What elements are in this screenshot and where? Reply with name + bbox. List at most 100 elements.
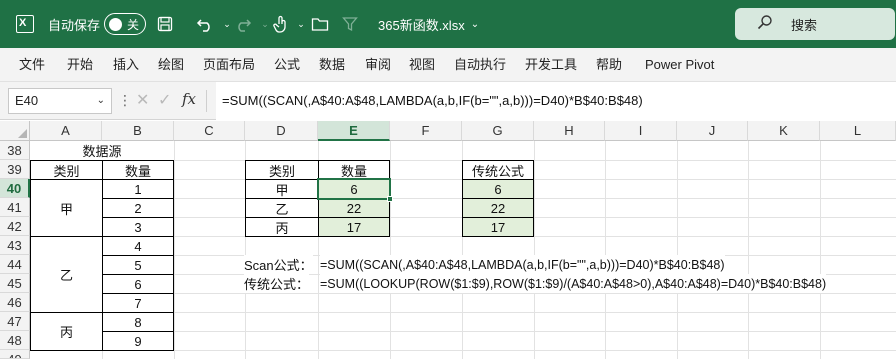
result-category-cell[interactable]: 乙: [245, 198, 319, 218]
note-scan-formula[interactable]: =SUM((SCAN(,A$40:A$48,LAMBDA(a,b,IF(b=""…: [320, 255, 725, 274]
source-qty-cell[interactable]: 6: [102, 274, 174, 294]
tab-file[interactable]: 文件: [19, 48, 45, 82]
column-header-h[interactable]: H: [534, 121, 605, 141]
source-category-cell[interactable]: 丙: [30, 312, 103, 351]
note-trad-label[interactable]: 传统公式：: [244, 274, 310, 293]
cancel-icon[interactable]: ✕: [136, 90, 149, 110]
row-header-47[interactable]: 47: [0, 312, 30, 331]
search-icon: [757, 14, 773, 34]
tab-automate[interactable]: 自动执行: [454, 48, 506, 82]
note-trad-formula[interactable]: =SUM((LOOKUP(ROW($1:$9),ROW($1:$9)/(A$40…: [320, 274, 827, 293]
spreadsheet-grid[interactable]: A B C D E F G H I J K L 38 39 40 41 42 4…: [0, 121, 896, 359]
autosave-state: 关: [127, 17, 140, 32]
source-category-cell[interactable]: 乙: [30, 236, 103, 313]
source-qty-cell[interactable]: 2: [102, 198, 174, 218]
result-value-cell[interactable]: 17: [318, 217, 390, 237]
gridline: [677, 141, 678, 359]
fx-icon[interactable]: fx: [182, 90, 196, 108]
formula-input[interactable]: =SUM((SCAN(,A$40:A$48,LAMBDA(a,b,IF(b=""…: [216, 82, 896, 120]
traditional-header[interactable]: 传统公式: [462, 160, 534, 180]
tab-power-pivot[interactable]: Power Pivot: [645, 48, 714, 82]
redo-icon[interactable]: [232, 0, 254, 48]
result-header-qty[interactable]: 数量: [318, 160, 390, 180]
source-qty-cell[interactable]: 3: [102, 217, 174, 237]
tab-review[interactable]: 审阅: [365, 48, 391, 82]
source-category-cell[interactable]: 甲: [30, 179, 103, 237]
undo-icon[interactable]: [194, 0, 216, 48]
chevron-down-icon[interactable]: ⌄: [97, 89, 105, 113]
column-header-c[interactable]: C: [174, 121, 245, 141]
source-qty-cell[interactable]: 8: [102, 312, 174, 332]
traditional-value-cell[interactable]: 22: [462, 198, 534, 218]
file-name-text: 365新函数.xlsx: [378, 17, 465, 33]
column-header-g[interactable]: G: [462, 121, 534, 141]
column-header-a[interactable]: A: [30, 121, 102, 141]
tab-data[interactable]: 数据: [319, 48, 345, 82]
result-category-cell[interactable]: 丙: [245, 217, 319, 237]
save-icon[interactable]: [154, 0, 176, 48]
excel-logo-icon: X: [12, 0, 38, 48]
touch-mode-icon[interactable]: [270, 0, 292, 48]
select-all-button[interactable]: [0, 121, 30, 141]
column-header-i[interactable]: I: [605, 121, 677, 141]
row-header-40[interactable]: 40: [0, 179, 30, 198]
tab-draw[interactable]: 绘图: [158, 48, 184, 82]
source-qty-cell[interactable]: 7: [102, 293, 174, 313]
row-header-44[interactable]: 44: [0, 255, 30, 274]
source-header-qty[interactable]: 数量: [102, 160, 174, 180]
tab-developer[interactable]: 开发工具: [525, 48, 577, 82]
result-header-category[interactable]: 类别: [245, 160, 319, 180]
row-header-43[interactable]: 43: [0, 236, 30, 255]
file-name[interactable]: 365新函数.xlsx ⌄: [378, 0, 479, 48]
source-qty-cell[interactable]: 9: [102, 331, 174, 351]
row-header-46[interactable]: 46: [0, 293, 30, 312]
gridline: [390, 141, 391, 359]
tab-formulas[interactable]: 公式: [274, 48, 300, 82]
tab-help[interactable]: 帮助: [596, 48, 622, 82]
tab-page-layout[interactable]: 页面布局: [203, 48, 255, 82]
autosave-toggle[interactable]: 关: [104, 13, 146, 35]
filter-icon[interactable]: [339, 0, 361, 48]
gridline: [605, 141, 606, 359]
row-header-42[interactable]: 42: [0, 217, 30, 236]
row-header-39[interactable]: 39: [0, 160, 30, 179]
row-header-41[interactable]: 41: [0, 198, 30, 217]
formula-bar: E40 ⌄ ⋮ ✕ ✓ fx =SUM((SCAN(,A$40:A$48,LAM…: [0, 82, 896, 120]
traditional-value-cell[interactable]: 17: [462, 217, 534, 237]
gridline: [820, 141, 821, 359]
column-header-j[interactable]: J: [677, 121, 748, 141]
tab-insert[interactable]: 插入: [113, 48, 139, 82]
source-qty-cell[interactable]: 5: [102, 255, 174, 275]
column-header-f[interactable]: F: [390, 121, 462, 141]
more-icon[interactable]: ⋮: [118, 92, 132, 109]
result-category-cell[interactable]: 甲: [245, 179, 319, 199]
row-header-45[interactable]: 45: [0, 274, 30, 293]
folder-icon[interactable]: [309, 0, 331, 48]
search-box[interactable]: 搜索: [735, 8, 895, 40]
column-header-d[interactable]: D: [245, 121, 318, 141]
source-qty-cell[interactable]: 4: [102, 236, 174, 256]
column-header-k[interactable]: K: [748, 121, 820, 141]
result-value-cell[interactable]: 22: [318, 198, 390, 218]
tab-home[interactable]: 开始: [67, 48, 93, 82]
source-title[interactable]: 数据源: [30, 141, 174, 160]
note-scan-label[interactable]: Scan公式：: [244, 255, 313, 274]
name-box[interactable]: E40 ⌄: [8, 88, 112, 114]
active-cell-e40[interactable]: [317, 178, 393, 202]
fill-handle[interactable]: [387, 196, 393, 202]
gridline: [534, 141, 535, 359]
divider: [206, 90, 207, 112]
row-header-49[interactable]: 49: [0, 350, 30, 359]
tab-view[interactable]: 视图: [409, 48, 435, 82]
column-header-e[interactable]: E: [318, 121, 390, 141]
row-header-48[interactable]: 48: [0, 331, 30, 350]
source-qty-cell[interactable]: 1: [102, 179, 174, 199]
source-header-category[interactable]: 类别: [30, 160, 103, 180]
enter-icon[interactable]: ✓: [158, 90, 171, 110]
column-header-l[interactable]: L: [820, 121, 896, 141]
title-bar: X 自动保存 关 ⌄ ⌄ ⌄ 365新函数.xlsx ⌄ 搜索: [0, 0, 896, 48]
gridline: [174, 141, 175, 359]
column-header-b[interactable]: B: [102, 121, 174, 141]
traditional-value-cell[interactable]: 6: [462, 179, 534, 199]
row-header-38[interactable]: 38: [0, 141, 30, 160]
